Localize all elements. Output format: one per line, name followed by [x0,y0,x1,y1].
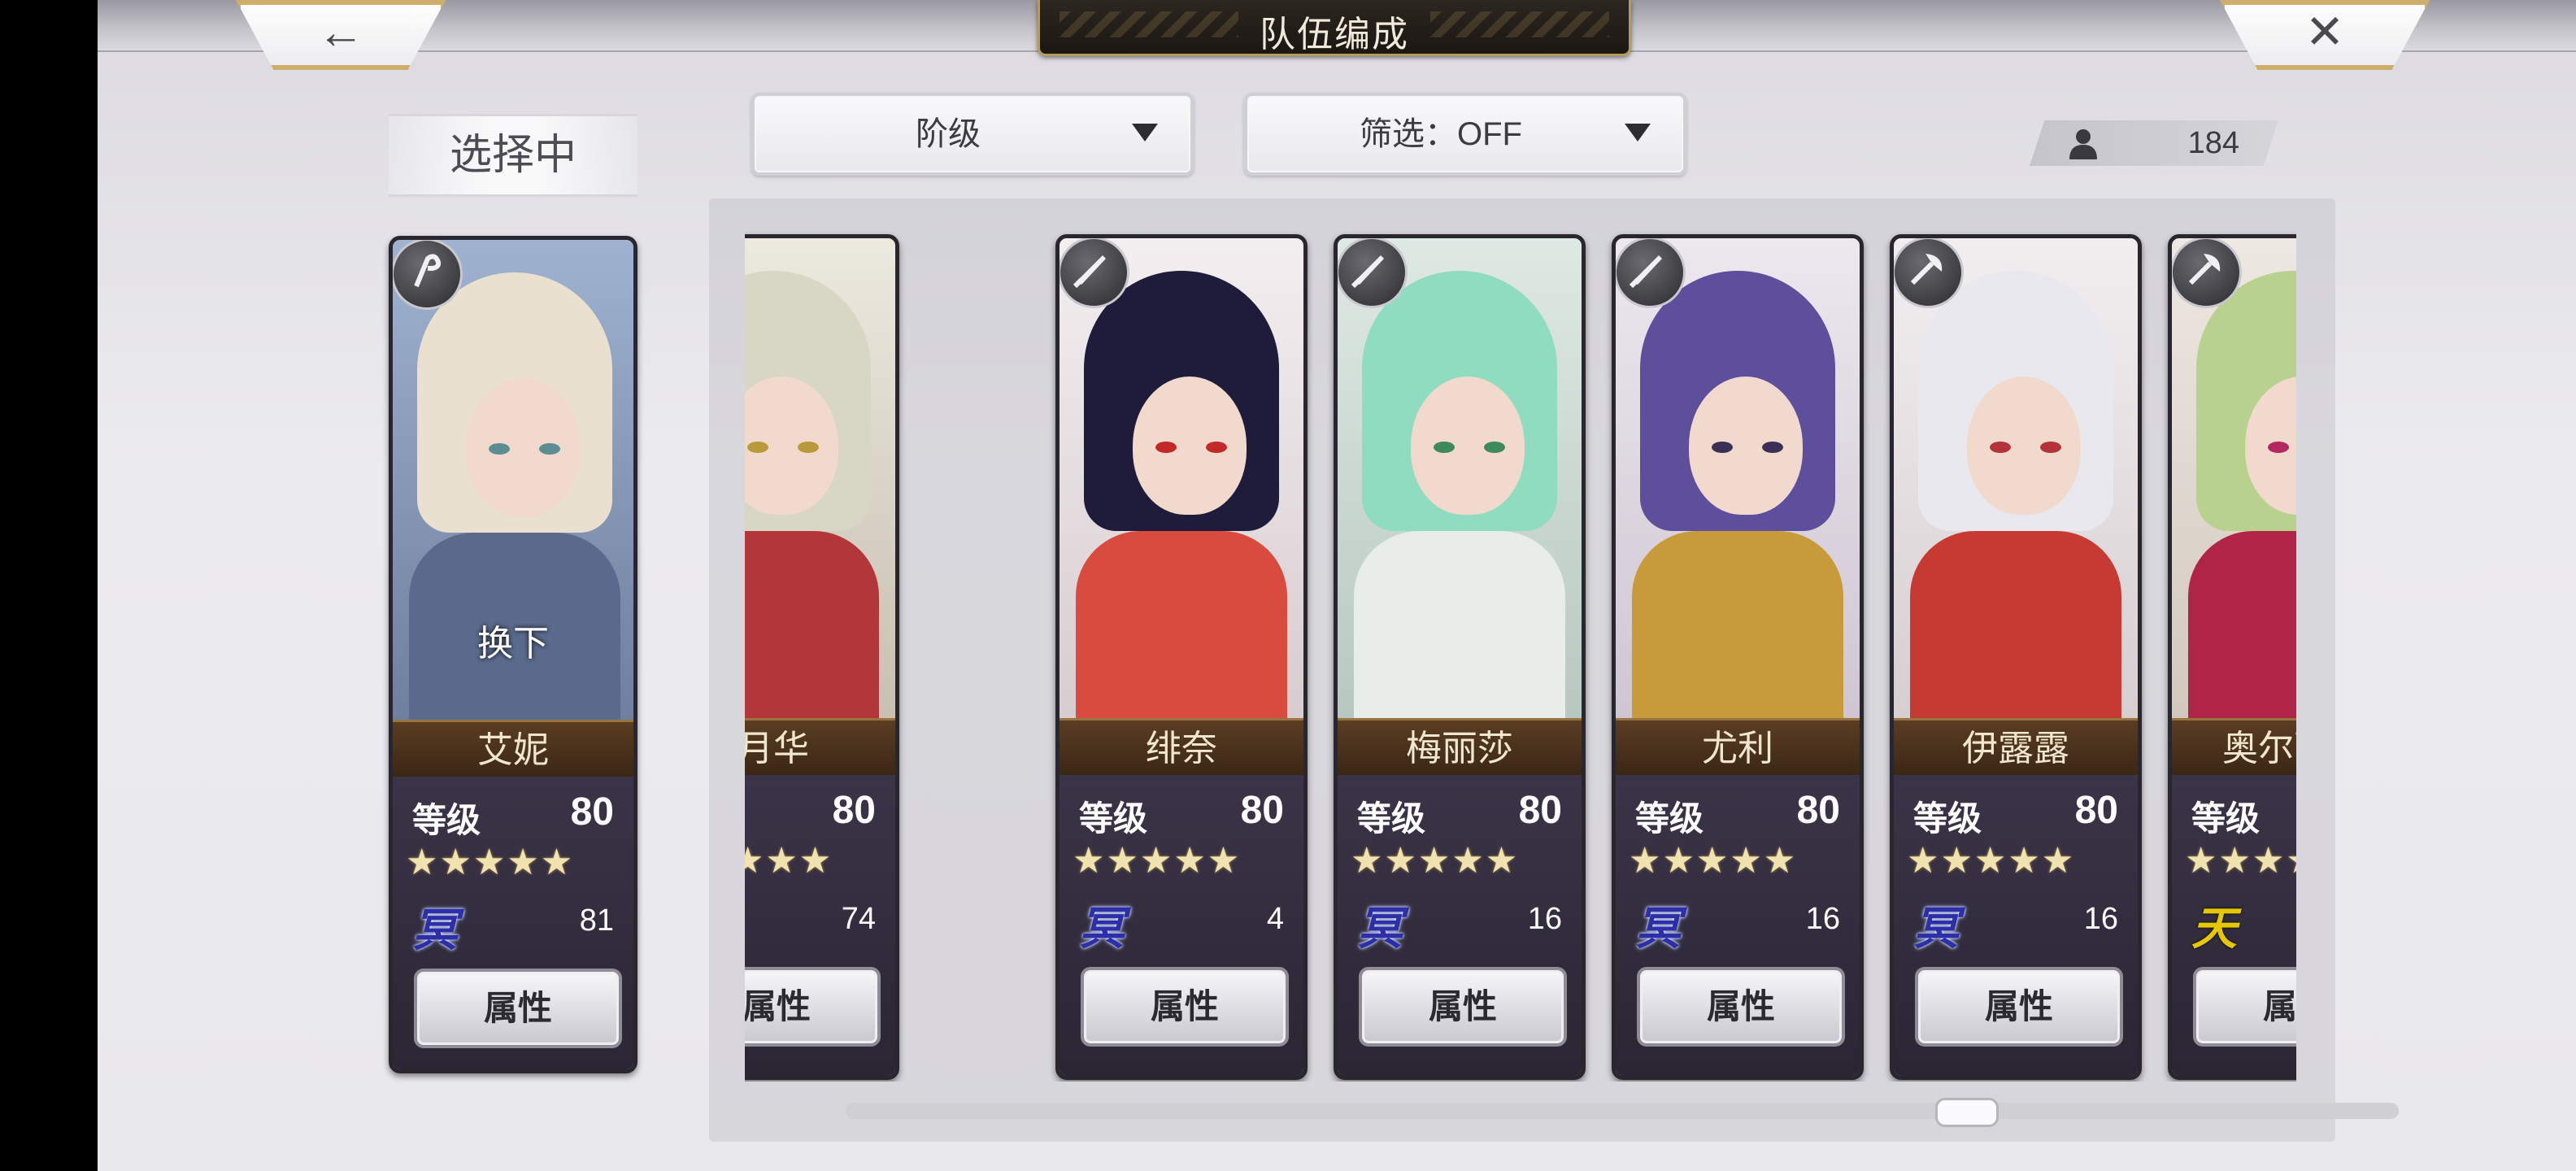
team-formation-screen: ← 队伍编成 ✕ 选择中 阶级 筛选：OFF 184 换下 艾妮 等级 80 ★… [98,0,2576,1171]
back-button[interactable]: ← [236,0,446,70]
level-value: 80 [1240,789,1284,832]
tier-sort-label: 阶级 [916,116,981,152]
character-count: 16 [1527,902,1562,936]
character-name: 尤利 [1702,729,1773,768]
character-count: 16 [1805,902,1840,936]
filter-label: 筛选：OFF [1360,116,1522,152]
attributes-button[interactable]: 属性 [2193,967,2296,1047]
close-icon: ✕ [2304,6,2345,59]
page-title: 队伍编成 [1260,15,1409,54]
character-card[interactable]: 奥尔蕾雅 等级 80 ★★★★★ 天 32 属性 [2168,234,2296,1080]
character-portrait: 换下 [393,240,633,728]
character-count: 16 [2083,902,2118,936]
affiliation-icon: 天 [2191,903,2237,954]
axe-role-icon [2172,238,2242,308]
level-label: 等级 [2191,799,2261,838]
affiliation-icon: 冥 [1913,903,1959,954]
attributes-button[interactable]: 属性 [1915,967,2123,1047]
chevron-down-icon [1132,124,1158,141]
axe-role-icon [1894,238,1964,308]
star-rating: ★★★★★ [2185,841,2296,881]
selected-character-card[interactable]: 换下 艾妮 等级 80 ★★★★★ 冥 81 属性 [389,236,637,1073]
staff-role-icon [393,240,463,310]
character-card[interactable]: 梅丽莎 等级 80 ★★★★★ 冥 16 属性 [1334,234,1586,1080]
filter-dropdown[interactable]: 筛选：OFF [1244,93,1686,176]
level-label: 等级 [1913,799,1982,838]
character-portrait [745,238,895,726]
attributes-button[interactable]: 属性 [745,967,881,1047]
level-value: 80 [1518,789,1562,832]
roster-count-value: 184 [2187,126,2239,160]
character-card[interactable]: 尤利 等级 80 ★★★★★ 冥 16 属性 [1612,234,1864,1080]
attributes-button[interactable]: 属性 [414,969,622,1048]
attributes-button[interactable]: 属性 [1637,967,1845,1047]
attributes-button[interactable]: 属性 [1081,967,1289,1047]
attributes-button[interactable]: 属性 [1359,967,1567,1047]
character-name: 月华 [745,729,809,768]
character-portrait [1616,238,1860,726]
roster-count: 184 [2030,120,2278,166]
level-value: 80 [570,790,614,834]
title-plate: 队伍编成 [1038,0,1631,56]
character-portrait [1338,238,1582,726]
star-rating: ★★★★★ [745,841,833,881]
level-label: 等级 [1635,799,1704,838]
star-rating: ★★★★★ [1629,841,1798,881]
selection-label: 选择中 [389,114,637,197]
character-count: 74 [841,902,876,936]
level-value: 80 [1796,789,1840,832]
character-name: 绯奈 [1146,729,1217,768]
character-count: 81 [579,903,614,938]
blade-role-icon [1060,238,1129,308]
affiliation-icon: 冥 [1635,903,1681,954]
chevron-down-icon [1625,124,1651,141]
character-name: 伊露露 [1962,729,2069,768]
star-rating: ★★★★★ [1351,841,1520,881]
level-label: 等级 [1079,799,1148,838]
level-label: 等级 [412,801,481,839]
affiliation-icon: 冥 [1079,903,1125,954]
character-card[interactable]: 月华 等级 80 ★★★★★ 冥 74 属性 [745,234,899,1080]
blade-role-icon [1616,238,1686,308]
character-name: 梅丽莎 [1406,729,1513,768]
level-label: 等级 [1357,799,1426,838]
character-name: 艾妮 [477,730,549,770]
horizontal-scrollbar[interactable] [846,1098,2399,1127]
character-count: 4 [1266,902,1284,936]
swap-out-label[interactable]: 换下 [393,614,633,666]
arrow-left-icon: ← [317,6,364,59]
tier-sort-dropdown[interactable]: 阶级 [751,93,1194,176]
affiliation-icon: 冥 [1357,903,1403,954]
character-name: 奥尔蕾雅 [2222,729,2296,768]
person-icon [2069,129,2097,159]
character-card[interactable]: 绯奈 等级 80 ★★★★★ 冥 4 属性 [1055,234,1308,1080]
character-portrait [1894,238,2138,726]
character-list[interactable]: 月华 等级 80 ★★★★★ 冥 74 属性 绯奈 [745,228,2296,1082]
affiliation-icon: 冥 [412,904,458,956]
character-card[interactable]: 伊露露 等级 80 ★★★★★ 冥 16 属性 [1890,234,2142,1080]
close-button[interactable]: ✕ [2220,0,2430,70]
character-portrait [2172,238,2296,726]
star-rating: ★★★★★ [1073,841,1242,881]
character-portrait [1060,238,1303,726]
blade-role-icon [1338,238,1408,308]
star-rating: ★★★★★ [406,842,575,882]
level-value: 80 [2074,789,2118,832]
star-rating: ★★★★★ [1907,841,2076,881]
scrollbar-thumb[interactable] [1935,1098,1999,1127]
level-value: 80 [832,789,876,832]
